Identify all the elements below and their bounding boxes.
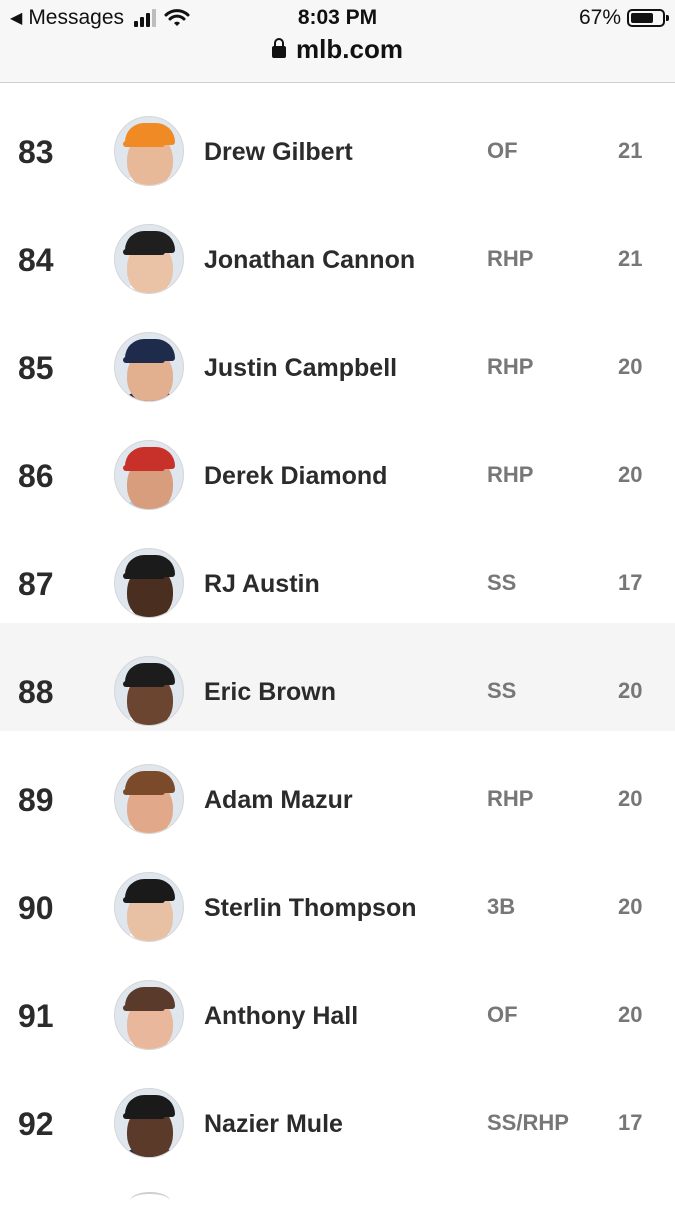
player-position: SS xyxy=(487,678,517,703)
prospect-row[interactable]: 83 Drew Gilbert OF 21 xyxy=(0,83,675,191)
player-age: 20 xyxy=(618,678,643,703)
avatar-cap-brim xyxy=(123,1113,165,1119)
player-avatar[interactable] xyxy=(114,224,184,294)
player-name[interactable]: RJ Austin xyxy=(204,515,320,623)
rank-number: 90 xyxy=(18,890,54,926)
clock: 8:03 PM xyxy=(297,6,378,29)
prospect-row[interactable]: 84 Jonathan Cannon RHP 21 xyxy=(0,191,675,299)
rank-number: 83 xyxy=(18,134,54,170)
avatar-cap-brim xyxy=(123,357,165,363)
player-position: 3B xyxy=(487,894,516,919)
player-avatar[interactable] xyxy=(114,332,184,402)
player-name[interactable]: Adam Mazur xyxy=(204,731,353,839)
rank-number: 89 xyxy=(18,782,54,818)
status-bar: ◀ Messages 8:03 PM 67% mlb.com xyxy=(0,0,675,83)
lock-icon xyxy=(272,37,287,58)
prospect-list: 83 Drew Gilbert OF 21 84 Jonathan Cannon… xyxy=(0,83,675,1163)
prospect-row[interactable]: 85 Justin Campbell RHP 20 xyxy=(0,299,675,407)
avatar-cap-brim xyxy=(123,1005,165,1011)
rank-number: 91 xyxy=(18,998,54,1034)
avatar-cap-brim xyxy=(123,897,165,903)
avatar-cap-brim xyxy=(123,681,165,687)
rank-number: 84 xyxy=(18,242,54,278)
player-name[interactable]: Drew Gilbert xyxy=(204,83,353,191)
prospect-row[interactable]: 90 Sterlin Thompson 3B 20 xyxy=(0,839,675,947)
url-text: mlb.com xyxy=(296,34,403,64)
rank-number: 87 xyxy=(18,566,54,602)
player-age: 20 xyxy=(618,786,643,811)
rank-number: 85 xyxy=(18,350,54,386)
player-position: RHP xyxy=(487,786,534,811)
battery-icon xyxy=(627,9,669,27)
player-position: RHP xyxy=(487,462,534,487)
player-age: 21 xyxy=(618,138,643,163)
player-avatar[interactable] xyxy=(114,440,184,510)
player-position: OF xyxy=(487,138,518,163)
player-name[interactable]: Nazier Mule xyxy=(204,1055,343,1163)
player-age: 21 xyxy=(618,246,643,271)
player-avatar[interactable] xyxy=(114,980,184,1050)
player-name[interactable]: Anthony Hall xyxy=(204,947,358,1055)
prospect-row[interactable]: 86 Derek Diamond RHP 20 xyxy=(0,407,675,515)
player-age: 20 xyxy=(618,1002,643,1027)
avatar-cap-brim xyxy=(123,249,165,255)
player-position: RHP xyxy=(487,246,534,271)
avatar-cap-brim xyxy=(123,573,165,579)
player-age: 17 xyxy=(618,1110,643,1135)
prospect-row[interactable]: 88 Eric Brown SS 20 xyxy=(0,623,675,731)
rank-number: 88 xyxy=(18,674,54,710)
rank-number: 86 xyxy=(18,458,54,494)
player-age: 20 xyxy=(618,894,643,919)
player-age: 17 xyxy=(618,570,643,595)
avatar-cap-brim xyxy=(123,141,165,147)
address-bar[interactable]: mlb.com xyxy=(0,34,675,65)
player-position: SS xyxy=(487,570,517,595)
player-position: SS/RHP xyxy=(487,1110,569,1135)
avatar-cap-brim xyxy=(123,465,165,471)
player-name[interactable]: Jonathan Cannon xyxy=(204,191,415,299)
player-avatar[interactable] xyxy=(114,116,184,186)
prospect-row[interactable]: 91 Anthony Hall OF 20 xyxy=(0,947,675,1055)
next-avatar-partial xyxy=(130,1192,170,1210)
player-position: RHP xyxy=(487,354,534,379)
player-avatar[interactable] xyxy=(114,1088,184,1158)
player-name[interactable]: Sterlin Thompson xyxy=(204,839,417,947)
player-avatar[interactable] xyxy=(114,548,184,618)
player-age: 20 xyxy=(618,462,643,487)
player-avatar[interactable] xyxy=(114,764,184,834)
player-name[interactable]: Justin Campbell xyxy=(204,299,397,407)
battery-status: 67% xyxy=(578,6,669,30)
player-name[interactable]: Derek Diamond xyxy=(204,407,387,515)
player-name[interactable]: Eric Brown xyxy=(204,623,336,731)
player-age: 20 xyxy=(618,354,643,379)
player-position: OF xyxy=(487,1002,518,1027)
player-avatar[interactable] xyxy=(114,656,184,726)
avatar-cap-brim xyxy=(123,789,165,795)
player-avatar[interactable] xyxy=(114,872,184,942)
rank-number: 92 xyxy=(18,1106,54,1142)
battery-percent: 67% xyxy=(578,6,621,29)
prospect-row[interactable]: 87 RJ Austin SS 17 xyxy=(0,515,675,623)
prospect-row[interactable]: 89 Adam Mazur RHP 20 xyxy=(0,731,675,839)
prospect-row[interactable]: 92 Nazier Mule SS/RHP 17 xyxy=(0,1055,675,1163)
